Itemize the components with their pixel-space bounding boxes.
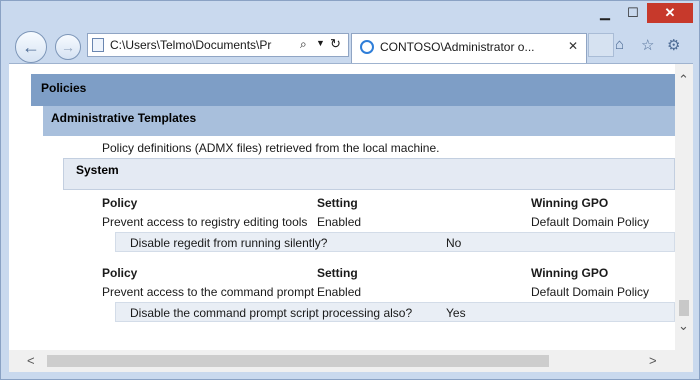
horizontal-scrollbar[interactable]: < > xyxy=(9,350,693,372)
policies-heading[interactable]: Policies xyxy=(31,74,675,106)
ie-logo-icon xyxy=(360,40,374,54)
scroll-up-icon[interactable]: ⌃ xyxy=(678,72,689,88)
gpo-report: Policies Administrative Templates Policy… xyxy=(9,64,675,350)
system-heading[interactable]: System xyxy=(63,158,675,190)
forward-button[interactable]: → xyxy=(55,34,81,60)
policy-table: Policy Setting Winning GPO Prevent acces… xyxy=(95,264,675,322)
option-answer: Yes xyxy=(446,306,466,320)
address-dropdown-icon[interactable]: ▼ xyxy=(316,38,325,48)
favorites-icon[interactable]: ☆ xyxy=(641,36,654,54)
horizontal-scroll-thumb[interactable] xyxy=(47,355,549,367)
policy-name: Prevent access to the command prompt xyxy=(102,285,315,299)
home-icon[interactable]: ⌂ xyxy=(615,36,624,53)
tab-title: CONTOSO\Administrator o... xyxy=(380,40,535,54)
policy-name: Prevent access to registry editing tools xyxy=(102,215,308,229)
winning-gpo-column-header: Winning GPO xyxy=(531,196,609,210)
address-bar[interactable]: C:\Users\Telmo\Documents\Pr ⌕ ▼ ↻ xyxy=(87,33,349,57)
option-answer: No xyxy=(446,236,462,250)
tab-close-icon[interactable]: ✕ xyxy=(568,39,578,53)
address-text[interactable]: C:\Users\Telmo\Documents\Pr xyxy=(110,38,300,52)
scroll-down-icon[interactable]: ⌄ xyxy=(678,318,689,334)
page-icon xyxy=(92,38,104,52)
navigation-bar: ← → C:\Users\Telmo\Documents\Pr ⌕ ▼ ↻ CO… xyxy=(1,27,699,63)
option-question: Disable the command prompt script proces… xyxy=(130,306,413,320)
policy-setting: Enabled xyxy=(317,215,362,229)
admin-templates-heading[interactable]: Administrative Templates xyxy=(43,106,675,136)
search-icon[interactable]: ⌕ xyxy=(300,37,307,52)
winning-gpo: Default Domain Policy xyxy=(531,285,650,299)
new-tab-button[interactable] xyxy=(588,33,614,57)
policy-column-header: Policy xyxy=(102,266,138,280)
policy-column-header: Policy xyxy=(102,196,138,210)
table-row: Prevent access to registry editing tools… xyxy=(95,213,675,232)
title-bar: ▁ ☐ ✕ xyxy=(1,1,699,27)
vertical-scroll-thumb[interactable] xyxy=(679,300,689,316)
browser-tab[interactable]: CONTOSO\Administrator o... ✕ xyxy=(351,33,587,63)
scroll-left-icon[interactable]: < xyxy=(27,353,35,368)
setting-column-header: Setting xyxy=(317,266,358,280)
setting-column-header: Setting xyxy=(317,196,358,210)
back-button[interactable]: ← xyxy=(15,31,47,63)
policy-option-row: Disable the command prompt script proces… xyxy=(115,302,675,322)
minimize-button[interactable]: ▁ xyxy=(591,3,619,23)
page-viewport: Policies Administrative Templates Policy… xyxy=(9,63,693,372)
settings-icon[interactable]: ⚙ xyxy=(667,36,680,54)
winning-gpo-column-header: Winning GPO xyxy=(531,266,609,280)
vertical-scrollbar[interactable]: ⌃ ⌄ xyxy=(675,64,693,350)
refresh-icon[interactable]: ↻ xyxy=(330,36,341,52)
browser-window: ▁ ☐ ✕ ← → C:\Users\Telmo\Documents\Pr ⌕ … xyxy=(0,0,700,380)
table-header-row: Policy Setting Winning GPO xyxy=(95,194,675,213)
table-row: Prevent access to the command prompt Ena… xyxy=(95,283,675,302)
policy-table: Policy Setting Winning GPO Prevent acces… xyxy=(95,194,675,252)
policy-option-row: Disable regedit from running silently? N… xyxy=(115,232,675,252)
policy-setting: Enabled xyxy=(317,285,362,299)
maximize-button[interactable]: ☐ xyxy=(619,3,647,23)
admx-note: Policy definitions (ADMX files) retrieve… xyxy=(102,141,440,155)
table-header-row: Policy Setting Winning GPO xyxy=(95,264,675,283)
close-window-button[interactable]: ✕ xyxy=(647,3,693,23)
option-question: Disable regedit from running silently? xyxy=(130,236,328,250)
winning-gpo: Default Domain Policy xyxy=(531,215,650,229)
scroll-right-icon[interactable]: > xyxy=(649,353,657,368)
